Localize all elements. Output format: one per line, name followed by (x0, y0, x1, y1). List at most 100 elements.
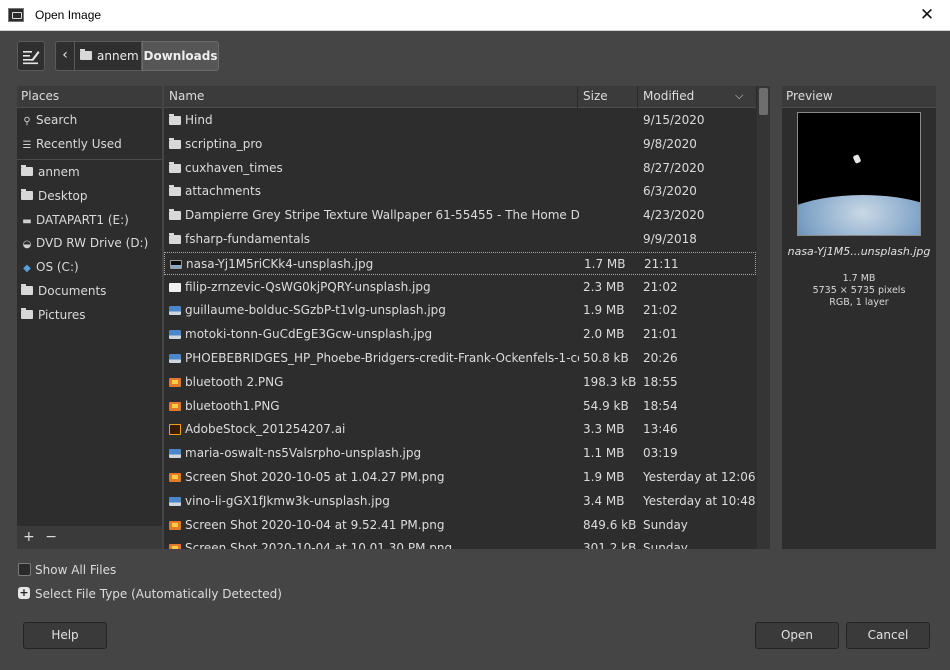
file-name: filip-zrnzevic-QsWG0kjPQRY-unsplash.jpg (185, 279, 431, 294)
file-size: 1.7 MB (584, 256, 626, 271)
file-row[interactable]: AdobeStock_201254207.ai 3.3 MB 13:46 (164, 418, 756, 441)
place-datapart1[interactable]: ▬ DATAPART1 (E:) (17, 209, 162, 231)
search-icon: ⚲ (23, 116, 31, 127)
file-row[interactable]: scriptina_pro 9/8/2020 (164, 133, 756, 156)
preview-info: RGB, 1 layer (829, 297, 889, 308)
file-row[interactable]: nasa-Yj1M5riCKk4-unsplash.jpg 1.7 MB 21:11 (164, 251, 756, 275)
place-recently-used[interactable]: ☰ Recently Used (17, 133, 162, 155)
folder-icon (169, 209, 181, 221)
optical-drive-icon: ◒ (22, 239, 32, 250)
file-name-cell: Dampierre Grey Stripe Texture Wallpaper … (169, 204, 579, 226)
file-name-cell: fsharp-fundamentals (169, 228, 579, 250)
gimp-app-icon (8, 8, 24, 22)
file-row[interactable]: Hind 9/15/2020 (164, 109, 756, 132)
file-size: 2.0 MB (583, 327, 625, 342)
place-annem[interactable]: annem (17, 161, 162, 183)
file-name: scriptina_pro (185, 136, 263, 151)
help-button[interactable]: Help (23, 622, 107, 649)
file-row[interactable]: Screen Shot 2020-10-04 at 10.01.30 PM.pn… (164, 537, 756, 549)
file-name: attachments (185, 184, 261, 199)
file-name: AdobeStock_201254207.ai (185, 422, 346, 437)
file-modified: 20:26 (643, 351, 678, 365)
file-name: vino-li-gGX1fJkmw3k-unsplash.jpg (185, 493, 390, 508)
file-row[interactable]: Screen Shot 2020-10-04 at 9.52.41 PM.png… (164, 514, 756, 537)
file-name: nasa-Yj1M5riCKk4-unsplash.jpg (186, 256, 374, 271)
file-name: Dampierre Grey Stripe Texture Wallpaper … (185, 208, 579, 223)
file-modified: 21:02 (643, 303, 678, 318)
file-name-cell: maria-oswalt-ns5Valsrpho-unsplash.jpg (169, 442, 579, 464)
cancel-button[interactable]: Cancel (846, 622, 930, 649)
file-size: 1.9 MB (583, 303, 625, 318)
file-type-expander[interactable]: + (18, 587, 30, 599)
show-all-files-label[interactable]: Show All Files (35, 563, 116, 577)
scrollbar-thumb[interactable] (759, 88, 768, 115)
preview-thumbnail[interactable] (797, 112, 921, 236)
file-modified: 4/23/2020 (643, 208, 705, 223)
path-back-button[interactable]: ‹ (55, 41, 75, 71)
file-name: PHOEBEBRIDGES_HP_Phoebe-Bridgers-credit-… (185, 351, 579, 365)
file-name-cell: Hind (169, 109, 579, 131)
column-size[interactable]: Size (578, 86, 638, 108)
file-row[interactable]: guillaume-bolduc-SGzbP-t1vlg-unsplash.jp… (164, 299, 756, 322)
remove-bookmark-button[interactable]: − (45, 529, 57, 545)
file-row[interactable]: vino-li-gGX1fJkmw3k-unsplash.jpg 3.4 MB Ye… (164, 490, 756, 513)
file-row[interactable]: fsharp-fundamentals 9/9/2018 (164, 228, 756, 251)
file-modified: 18:54 (643, 398, 678, 413)
places-divider (17, 159, 162, 160)
file-modified: 13:46 (643, 422, 678, 437)
file-row[interactable]: attachments 6/3/2020 (164, 180, 756, 203)
file-type-label[interactable]: Select File Type (Automatically Detected… (35, 587, 282, 601)
file-list: Name Size Modified ⌵ Hind 9/15/2020 script… (164, 86, 770, 549)
place-os-c[interactable]: ◆ OS (C:) (17, 256, 162, 278)
place-pictures[interactable]: Pictures (17, 304, 162, 326)
preview-dimensions: 5735 × 5735 pixels (812, 285, 906, 296)
file-size: 301.2 kB (583, 541, 637, 549)
place-dvd-drive[interactable]: ◒ DVD RW Drive (D:) (17, 232, 162, 254)
file-row[interactable]: maria-oswalt-ns5Valsrpho-unsplash.jpg 1.1… (164, 442, 756, 465)
type-location-button[interactable] (17, 41, 45, 71)
window-title: Open Image (35, 8, 102, 22)
file-name: bluetooth1.PNG (185, 398, 280, 413)
file-size: 54.9 kB (583, 398, 629, 413)
open-image-dialog: ‹ annem Downloads Places ⚲ Search ☰ Recent… (0, 31, 950, 670)
file-row[interactable]: cuxhaven_times 8/27/2020 (164, 157, 756, 180)
png-file-icon (169, 520, 181, 530)
open-button[interactable]: Open (755, 622, 839, 649)
file-row[interactable]: bluetooth1.PNG 54.9 kB 18:54 (164, 395, 756, 418)
file-row[interactable]: PHOEBEBRIDGES_HP_Phoebe-Bridgers-credit-… (164, 347, 756, 370)
file-name-cell: filip-zrnzevic-QsWG0kjPQRY-unsplash.jpg (169, 276, 579, 298)
place-documents[interactable]: Documents (17, 280, 162, 302)
file-size: 1.9 MB (583, 470, 625, 484)
file-list-scrollbar[interactable] (757, 86, 770, 549)
image-file-icon (169, 449, 181, 459)
file-modified: Sunday (643, 541, 688, 549)
file-row[interactable]: bluetooth 2.PNG 198.3 kB 18:55 (164, 371, 756, 394)
file-modified: 21:11 (644, 256, 679, 271)
image-file-icon (169, 354, 181, 363)
folder-icon (169, 161, 181, 173)
file-name: guillaume-bolduc-SGzbP-t1vlg-unsplash.jp… (185, 303, 446, 318)
file-row[interactable]: motoki-tonn-GuCdEgE3Gcw-unsplash.jpg 2.0 … (164, 323, 756, 346)
file-row[interactable]: Screen Shot 2020-10-05 at 1.04.27 PM.png… (164, 466, 756, 489)
file-name-cell: vino-li-gGX1fJkmw3k-unsplash.jpg (169, 490, 579, 512)
show-all-files-checkbox[interactable] (18, 563, 31, 576)
file-name-cell: cuxhaven_times (169, 157, 579, 179)
close-button[interactable]: ✕ (904, 0, 950, 31)
file-name-cell: scriptina_pro (169, 133, 579, 155)
file-name: Screen Shot 2020-10-04 at 10.01.30 PM.pn… (185, 541, 453, 549)
column-name[interactable]: Name (164, 86, 578, 108)
file-name-cell: bluetooth1.PNG (169, 395, 579, 417)
file-row[interactable]: filip-zrnzevic-QsWG0kjPQRY-unsplash.jpg 2… (164, 276, 756, 299)
breadcrumb-annem[interactable]: annem (75, 41, 142, 71)
file-size: 3.3 MB (583, 422, 625, 437)
recent-icon: ☰ (22, 140, 32, 151)
file-name-cell: PHOEBEBRIDGES_HP_Phoebe-Bridgers-credit-… (169, 347, 579, 369)
place-desktop[interactable]: Desktop (17, 185, 162, 207)
place-search[interactable]: ⚲ Search (17, 109, 162, 131)
astronaut-image (852, 154, 862, 164)
image-file-icon (169, 282, 181, 292)
breadcrumb-downloads[interactable]: Downloads (142, 41, 219, 71)
drive-icon: ▬ (22, 216, 32, 227)
file-row[interactable]: Dampierre Grey Stripe Texture Wallpaper … (164, 204, 756, 227)
add-bookmark-button[interactable]: + (23, 529, 35, 545)
